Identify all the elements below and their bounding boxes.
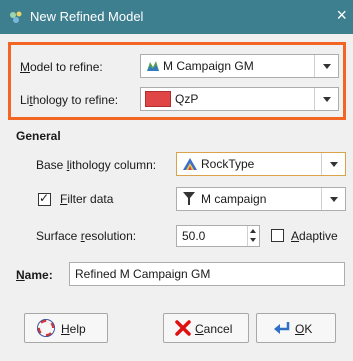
adaptive-label: Adaptive — [291, 229, 338, 243]
base-lithology-column-label: Base lithology column: — [36, 158, 157, 172]
model-to-refine-label: Model to refine: — [20, 60, 103, 74]
checkmark-icon: ✓ — [39, 191, 50, 205]
cancel-button-label: Cancel — [195, 322, 233, 336]
spin-buttons[interactable] — [247, 226, 259, 246]
geological-model-icon — [147, 61, 159, 71]
lithology-to-refine-value: QzP — [175, 92, 199, 106]
help-lifebuoy-icon — [37, 319, 55, 337]
filter-funnel-icon — [183, 192, 195, 205]
lithology-column-icon — [183, 158, 197, 170]
model-to-refine-value: M Campaign GM — [163, 59, 254, 73]
chevron-down-icon — [323, 64, 331, 69]
spin-down-icon[interactable] — [250, 238, 256, 242]
cancel-button[interactable]: Cancel — [163, 313, 249, 343]
chevron-down-icon — [330, 197, 338, 202]
lithology-color-swatch — [145, 91, 171, 107]
filter-data-checkbox[interactable]: ✓ — [38, 191, 51, 206]
ok-button-label: OK — [295, 322, 313, 336]
name-input[interactable]: Refined M Campaign GM — [69, 262, 345, 286]
spin-up-icon[interactable] — [250, 229, 256, 233]
base-lithology-column-value: RockType — [201, 157, 255, 171]
surface-resolution-label: Surface resolution: — [36, 229, 137, 243]
close-icon[interactable]: × — [336, 5, 347, 25]
filter-data-label: Filter data — [60, 192, 114, 206]
adaptive-checkbox[interactable] — [271, 229, 284, 242]
base-lithology-column-dropdown[interactable]: RockType — [176, 152, 346, 176]
help-button[interactable]: Help — [24, 313, 108, 343]
base-lithology-dropdown-arrow[interactable] — [321, 153, 345, 175]
ok-button[interactable]: OK — [256, 313, 336, 343]
model-to-refine-dropdown[interactable]: M Campaign GM — [140, 54, 339, 78]
enter-arrow-icon — [274, 322, 290, 334]
cancel-x-icon — [175, 320, 191, 336]
general-section-title: General — [16, 129, 61, 143]
chevron-down-icon — [323, 97, 331, 102]
model-dropdown-arrow[interactable] — [314, 55, 338, 77]
chevron-down-icon — [330, 162, 338, 167]
name-label: Name: — [16, 268, 53, 282]
new-refined-model-dialog: New Refined Model × Model to refine: M C… — [0, 0, 353, 361]
lithology-to-refine-label: Lithology to refine: — [20, 93, 119, 107]
window-title: New Refined Model — [30, 9, 144, 24]
filter-dropdown-arrow[interactable] — [321, 188, 345, 210]
filter-data-dropdown[interactable]: M campaign — [176, 187, 346, 211]
name-input-value: Refined M Campaign GM — [75, 267, 211, 281]
lithology-dropdown-arrow[interactable] — [314, 88, 338, 110]
surface-resolution-spinbox[interactable]: 50.0 — [176, 225, 260, 247]
lithology-to-refine-dropdown[interactable]: QzP — [140, 87, 339, 111]
surface-resolution-value: 50.0 — [182, 229, 206, 243]
filter-data-value: M campaign — [201, 192, 267, 206]
app-logo-icon — [10, 11, 22, 23]
help-button-label: Help — [61, 322, 86, 336]
title-bar: New Refined Model × — [0, 0, 353, 34]
